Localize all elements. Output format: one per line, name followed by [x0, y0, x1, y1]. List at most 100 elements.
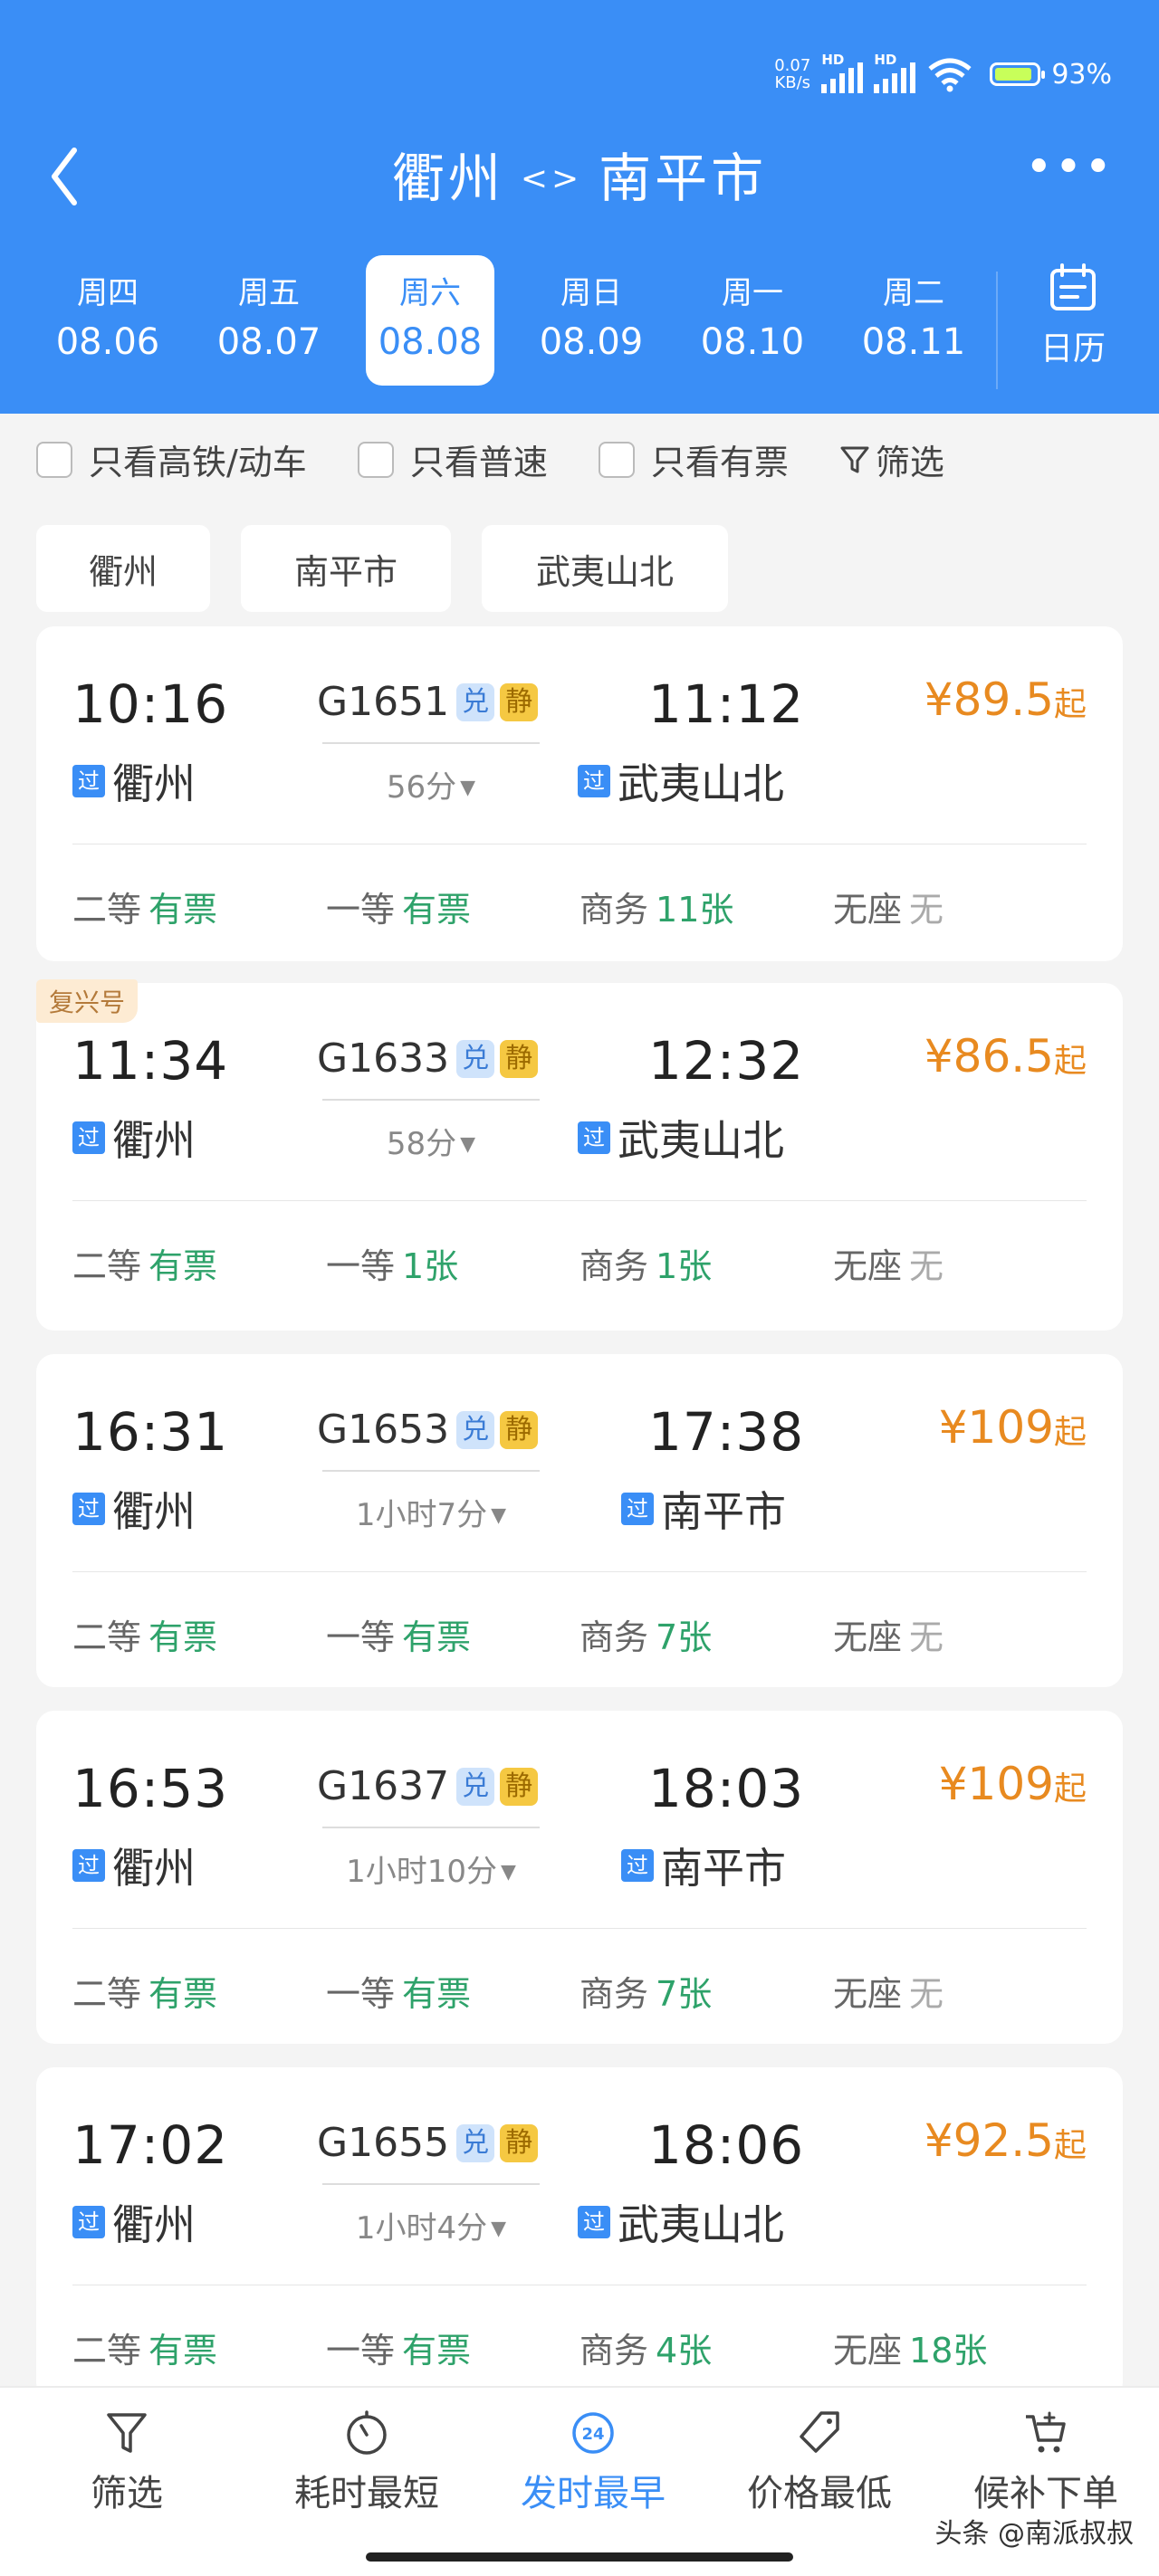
train-card[interactable]: 10:16 G1651 兑静 11:12 ¥89.5起 56分 ▼ 过衢州 过武夷山… [36, 626, 1123, 961]
tab-waitlist[interactable]: 候补下单 [933, 2409, 1159, 2516]
train-card[interactable]: 17:02 G1655 兑静 18:06 ¥92.5起 1小时4分 ▼ 过衢州 过武… [36, 2067, 1123, 2400]
redeem-badge: 兑 [456, 1410, 495, 1449]
pass-badge: 过 [72, 1493, 105, 1525]
home-indicator[interactable] [366, 2552, 793, 2562]
seat-second: 二等 有票 [72, 890, 218, 930]
station-chip[interactable]: 武夷山北 [482, 525, 728, 612]
seat-business: 商务 4张 [580, 2331, 713, 2371]
duration-toggle[interactable]: 58分 ▼ [304, 1119, 558, 1163]
seat-row: 二等 有票 一等 有票 商务 4张 无座 18张 [72, 2323, 1087, 2372]
quiet-badge: 静 [500, 1410, 539, 1449]
departure-time: 11:34 [72, 1030, 229, 1092]
clock-24-icon: 24 [572, 2412, 614, 2454]
filter-icon [840, 446, 869, 472]
tab-cheapest[interactable]: 价格最低 [706, 2409, 933, 2516]
train-card[interactable]: 16:31 G1653 兑静 17:38 ¥109起 1小时7分 ▼ 过衢州 过南平… [36, 1354, 1123, 1687]
price: ¥109起 [938, 1758, 1087, 1810]
from-station: 过衢州 [72, 1108, 196, 1168]
tab-earliest[interactable]: 24 发时最早 [480, 2409, 706, 2516]
train-number: G1651 兑静 [317, 679, 539, 725]
quiet-badge: 静 [500, 1039, 539, 1078]
duration-toggle[interactable]: 1小时4分 ▼ [304, 2203, 558, 2247]
high-speed-checkbox[interactable]: 只看高铁/动车 [36, 434, 307, 484]
wifi-icon [928, 58, 972, 92]
battery-level: 93% [1051, 58, 1112, 91]
signal-icon: HD [821, 52, 864, 93]
date-tab[interactable]: 周五 08.07 [188, 255, 350, 386]
seat-business: 商务 7张 [580, 1974, 713, 2014]
more-icon[interactable]: ••• [1025, 144, 1114, 191]
seat-standing: 无座无 [833, 890, 944, 930]
duration-toggle[interactable]: 56分 ▼ [304, 762, 558, 806]
seat-standing: 无座无 [833, 1617, 944, 1657]
date-tab[interactable]: 周日 08.09 [511, 255, 672, 386]
date-tab[interactable]: 周四 08.06 [27, 255, 188, 386]
filter-icon [107, 2413, 147, 2453]
date-tab-selected[interactable]: 周六 08.08 [366, 255, 494, 386]
arrival-time: 11:12 [648, 673, 805, 735]
quiet-badge: 静 [500, 682, 539, 721]
calendar-icon [1050, 263, 1096, 310]
seat-row: 二等 有票 一等 有票 商务 11张 无座无 [72, 882, 1087, 931]
duration-line [322, 742, 540, 744]
to-station: 过南平市 [621, 1836, 786, 1895]
available-only-checkbox[interactable]: 只看有票 [598, 434, 789, 484]
signal-icon-2: HD [874, 52, 916, 93]
departure-time: 16:53 [72, 1758, 229, 1819]
station-chip[interactable]: 南平市 [241, 525, 451, 612]
date-selector: 周四 08.06 周五 08.07 周六 08.08 周日 08.09 周一 08.10 … [27, 255, 994, 386]
divider [72, 1200, 1087, 1201]
departure-time: 16:31 [72, 1401, 229, 1463]
filter-button[interactable]: 筛选 [839, 434, 944, 484]
quiet-badge: 静 [500, 1767, 539, 1806]
duration-toggle[interactable]: 1小时7分 ▼ [304, 1490, 558, 1534]
stopwatch-icon [347, 2410, 387, 2455]
price-tag-icon [800, 2411, 839, 2453]
seat-second: 二等 有票 [72, 2331, 218, 2371]
station-chip[interactable]: 衢州 [36, 525, 210, 612]
arrival-time: 12:32 [648, 1030, 805, 1092]
train-card[interactable]: 16:53 G1637 兑静 18:03 ¥109起 1小时10分 ▼ 过衢州 过南… [36, 1711, 1123, 2044]
cart-icon [1026, 2411, 1066, 2453]
pass-badge: 过 [72, 1121, 105, 1154]
caret-down-icon: ▼ [491, 2218, 507, 2240]
seat-second: 二等 有票 [72, 1246, 218, 1286]
seat-first: 一等 有票 [326, 1974, 472, 2014]
redeem-badge: 兑 [456, 1767, 495, 1806]
price: ¥86.5起 [924, 1030, 1087, 1083]
date-tab[interactable]: 周一 08.10 [672, 255, 833, 386]
caret-down-icon: ▼ [460, 777, 476, 799]
pass-badge: 过 [578, 1121, 610, 1154]
normal-speed-checkbox[interactable]: 只看普速 [357, 434, 548, 484]
fuxing-tag: 复兴号 [36, 979, 139, 1023]
status-bar: 0.07 KB/s HD HD 93% [774, 52, 1112, 96]
swap-icon[interactable]: <> [521, 160, 582, 197]
tab-shortest[interactable]: 耗时最短 [254, 2409, 480, 2516]
train-card[interactable]: 复兴号 11:34 G1633 兑静 12:32 ¥86.5起 58分 ▼ 过衢州 … [36, 979, 1123, 1331]
seat-row: 二等 有票 一等 1张 商务 1张 无座无 [72, 1238, 1087, 1288]
pass-badge: 过 [72, 1849, 105, 1882]
svg-text:24: 24 [581, 2425, 604, 2444]
train-number: G1655 兑静 [317, 2120, 539, 2166]
date-tab[interactable]: 周二 08.11 [833, 255, 994, 386]
seat-standing: 无座 18张 [833, 2331, 988, 2371]
route-title[interactable]: 衢州 <> 南平市 [0, 136, 1159, 212]
train-number: G1637 兑静 [317, 1763, 539, 1809]
redeem-badge: 兑 [456, 682, 495, 721]
redeem-badge: 兑 [456, 1039, 495, 1078]
tab-filter[interactable]: 筛选 [0, 2409, 254, 2516]
duration-toggle[interactable]: 1小时10分 ▼ [304, 1846, 558, 1891]
to-station: 过武夷山北 [578, 2192, 784, 2252]
price: ¥92.5起 [924, 2114, 1087, 2167]
net-speed: 0.07 KB/s [774, 56, 811, 92]
to-city: 南平市 [599, 148, 768, 209]
arrival-time: 17:38 [648, 1401, 805, 1463]
pass-badge: 过 [621, 1849, 654, 1882]
seat-first: 一等 有票 [326, 1617, 472, 1657]
calendar-button[interactable]: 日历 [1019, 262, 1127, 369]
train-number: G1653 兑静 [317, 1407, 539, 1453]
header-bar: 0.07 KB/s HD HD 93% 衢州 <> 南平市 ••• 周四 08.06 … [0, 0, 1159, 414]
caret-down-icon: ▼ [491, 1504, 507, 1527]
from-station: 过衢州 [72, 751, 196, 811]
seat-business: 商务 1张 [580, 1246, 713, 1286]
